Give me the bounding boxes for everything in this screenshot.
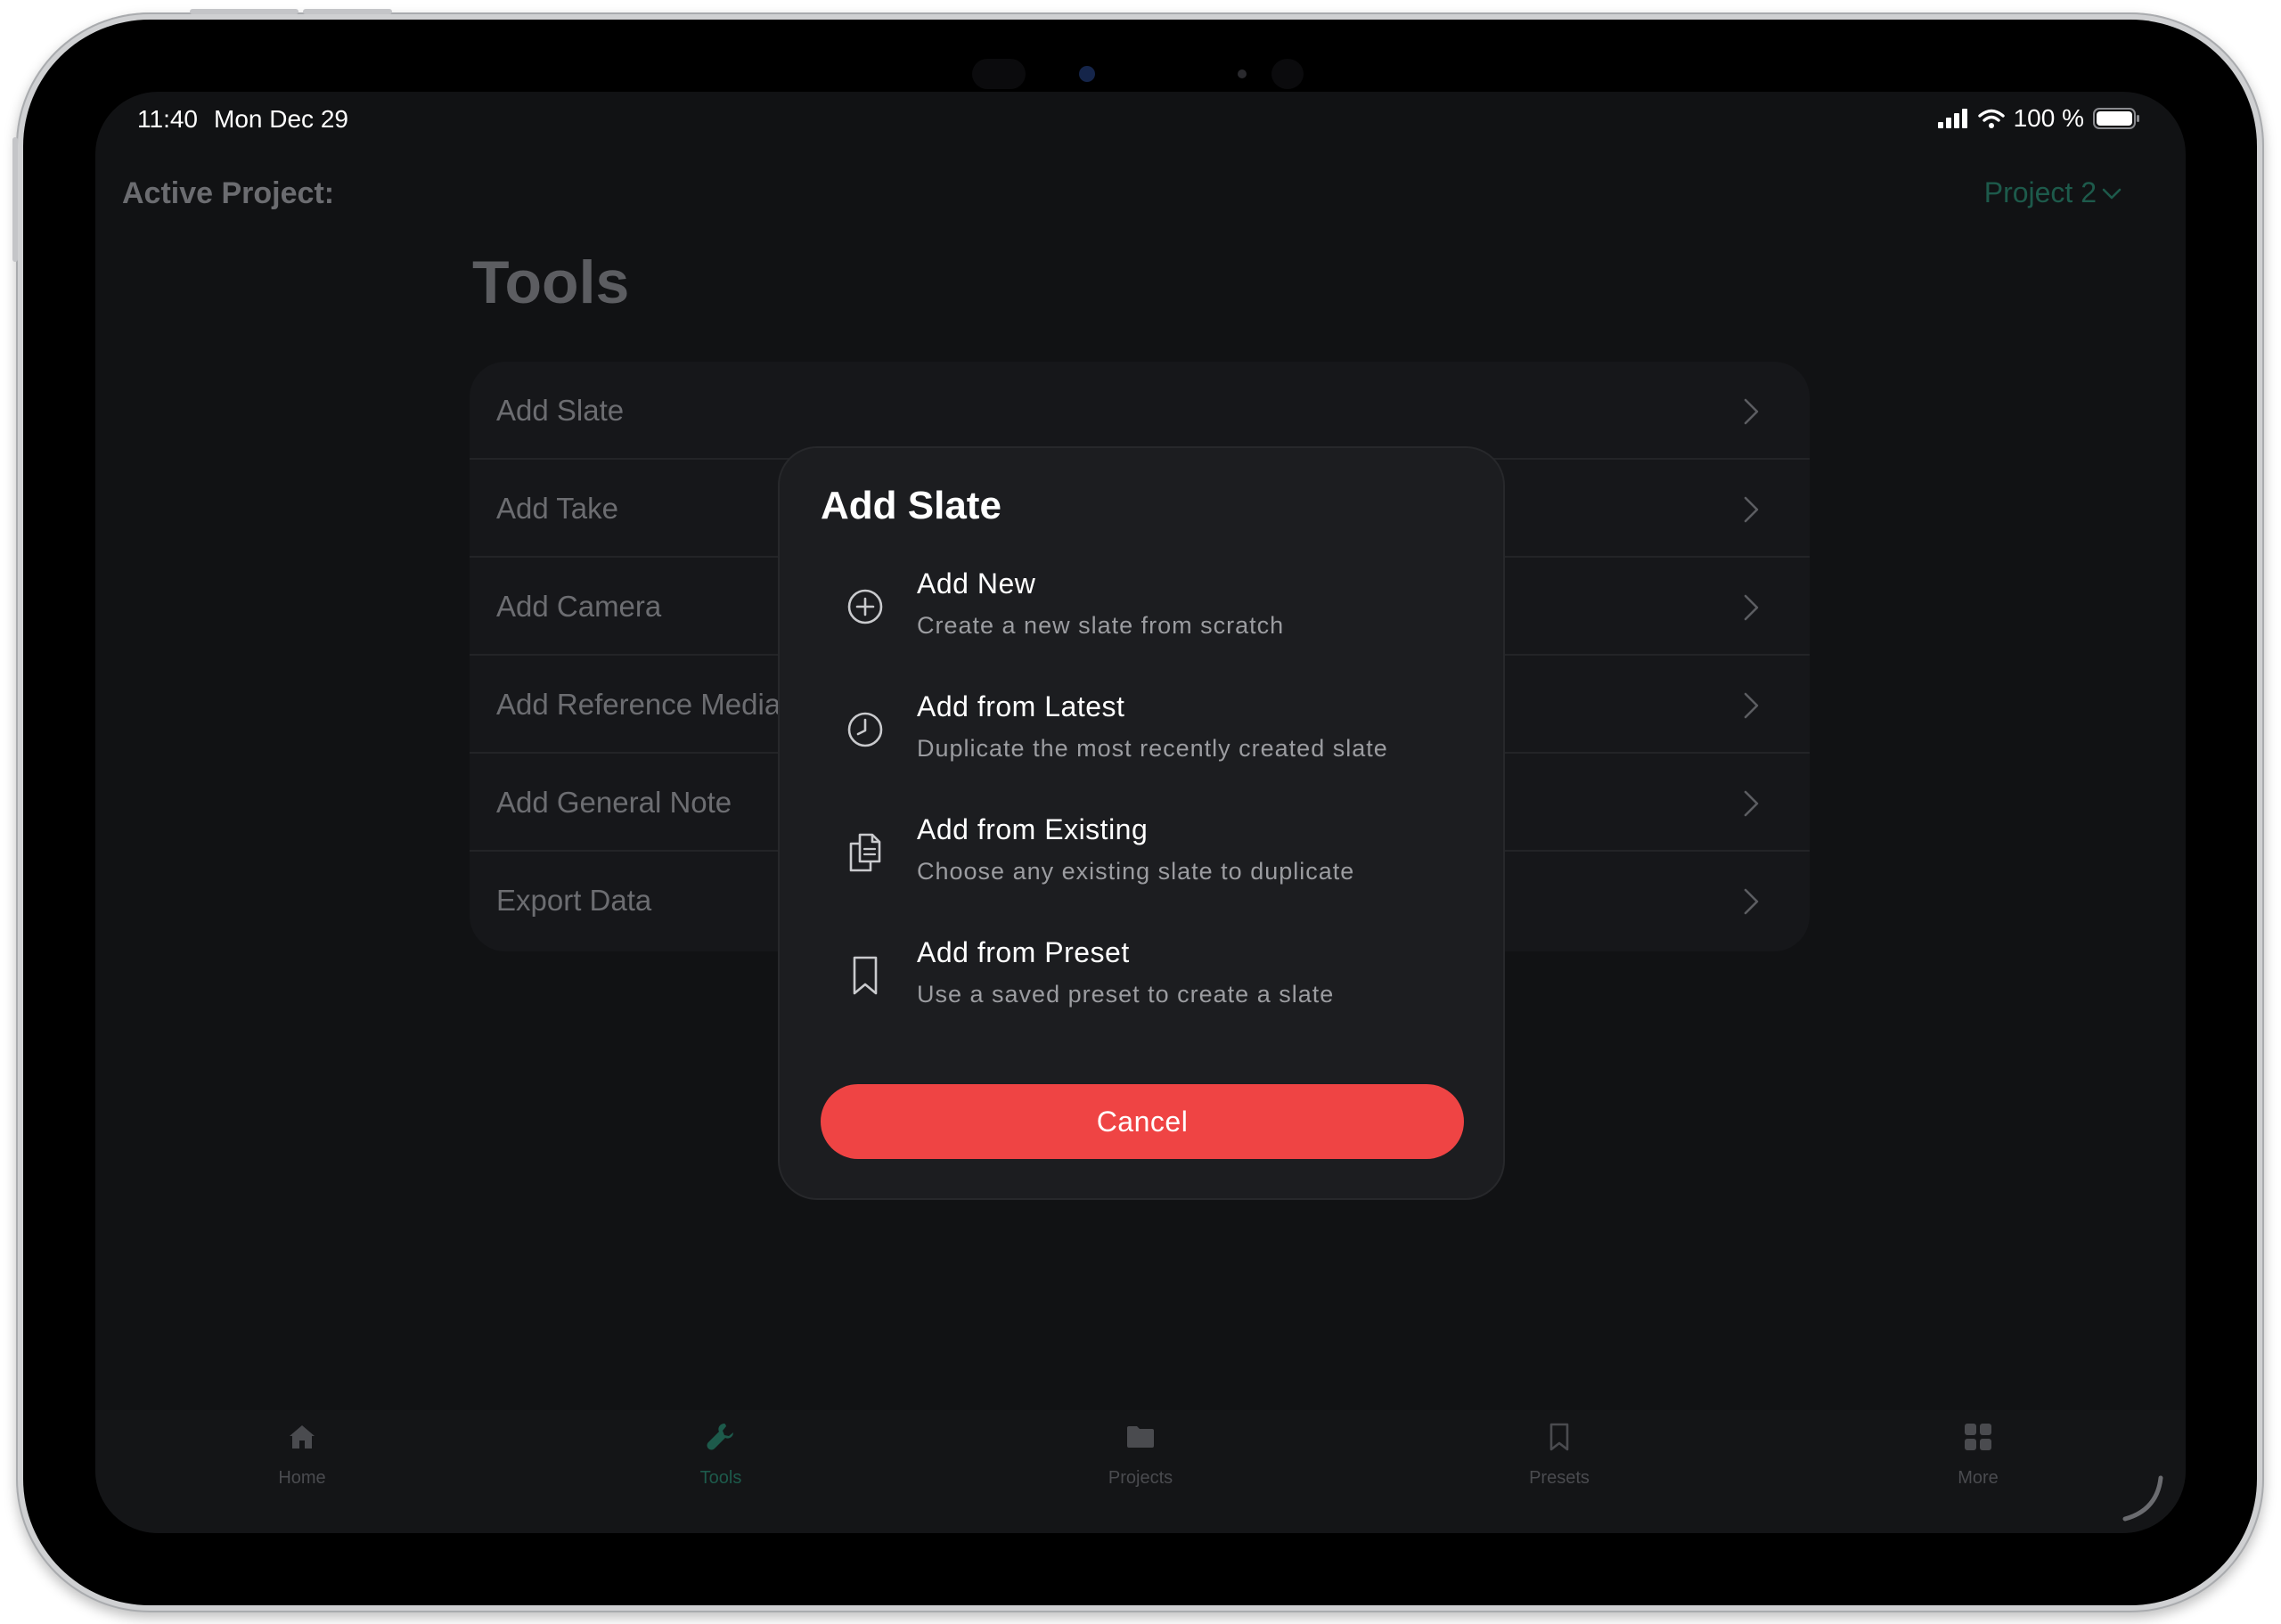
option-subtitle: Use a saved preset to create a slate xyxy=(917,981,1335,1008)
tab-label: Presets xyxy=(1529,1468,1590,1488)
grid-icon xyxy=(1965,1424,1991,1450)
battery-percent: 100 % xyxy=(2013,104,2084,132)
tab-more[interactable]: More xyxy=(1889,1410,2067,1508)
list-item-label: Add Slate xyxy=(496,394,625,427)
tab-presets[interactable]: Presets xyxy=(1470,1410,1648,1508)
resize-indicator-icon xyxy=(2122,1475,2163,1522)
list-item-label: Export Data xyxy=(496,884,652,917)
active-project-label: Active Project: xyxy=(122,176,335,210)
status-right: 100 % xyxy=(1937,104,2141,133)
project-picker[interactable]: Project 2 xyxy=(1984,176,2123,209)
wrench-icon xyxy=(707,1424,733,1450)
tab-label: Tools xyxy=(699,1468,742,1488)
volume-button-top xyxy=(190,9,298,14)
power-button-side xyxy=(12,137,18,262)
documents-icon xyxy=(849,833,881,872)
chevron-right-icon xyxy=(1744,594,1759,621)
screen: 11:40 Mon Dec 29 100 % Active Project: P… xyxy=(95,92,2186,1533)
option-subtitle: Create a new slate from scratch xyxy=(917,612,1285,639)
wifi-icon xyxy=(1977,109,2005,128)
chevron-right-icon xyxy=(1744,790,1759,817)
volume-button-top-2 xyxy=(303,9,392,14)
chevron-down-icon xyxy=(2102,188,2122,199)
page-title: Tools xyxy=(472,249,630,316)
battery-icon xyxy=(2093,108,2139,129)
project-name: Project 2 xyxy=(1983,176,2097,208)
status-left: 11:40 Mon Dec 29 xyxy=(137,105,348,134)
tab-label: Home xyxy=(278,1468,326,1488)
tab-projects[interactable]: Projects xyxy=(1051,1410,1230,1508)
tab-label: More xyxy=(1958,1468,1999,1488)
chevron-right-icon xyxy=(1744,398,1759,425)
tools-list-item-add-slate[interactable]: Add Slate xyxy=(470,362,1810,460)
option-add-from-preset[interactable]: Add from Preset Use a saved preset to cr… xyxy=(821,931,1462,1038)
list-item-label: Add Reference Media xyxy=(496,688,781,721)
option-add-from-latest[interactable]: Add from Latest Duplicate the most recen… xyxy=(821,685,1462,792)
option-title: Add from Latest xyxy=(917,690,1125,722)
home-icon xyxy=(290,1425,315,1449)
tab-tools[interactable]: Tools xyxy=(632,1410,810,1508)
option-add-from-existing[interactable]: Add from Existing Choose any existing sl… xyxy=(821,808,1462,915)
option-title: Add New xyxy=(917,567,1036,600)
chevron-right-icon xyxy=(1744,496,1759,523)
plus-circle-icon xyxy=(847,589,883,624)
tab-bar: Home Tools Projects Presets More xyxy=(95,1410,2186,1533)
status-bar: 11:40 Mon Dec 29 100 % xyxy=(95,92,2186,145)
chevron-right-icon xyxy=(1744,692,1759,719)
option-subtitle: Choose any existing slate to duplicate xyxy=(917,858,1355,885)
front-camera xyxy=(972,53,1329,94)
option-title: Add from Preset xyxy=(917,936,1130,968)
list-item-label: Add Take xyxy=(496,492,618,525)
folder-icon xyxy=(1127,1426,1154,1448)
list-item-label: Add General Note xyxy=(496,786,732,819)
option-title: Add from Existing xyxy=(917,813,1149,845)
list-item-label: Add Camera xyxy=(496,590,662,623)
status-time: 11:40 xyxy=(137,105,198,133)
clock-icon xyxy=(847,712,883,747)
dialog-title: Add Slate xyxy=(821,484,1002,527)
bookmark-icon xyxy=(1549,1423,1569,1451)
add-slate-dialog: Add Slate Add New Create a new slate fro… xyxy=(778,446,1505,1200)
option-subtitle: Duplicate the most recently created slat… xyxy=(917,735,1388,762)
tab-home[interactable]: Home xyxy=(213,1410,391,1508)
bookmark-icon xyxy=(853,956,878,995)
cellular-signal-icon xyxy=(1937,109,1967,128)
chevron-right-icon xyxy=(1744,888,1759,915)
option-add-new[interactable]: Add New Create a new slate from scratch xyxy=(821,562,1462,669)
tab-label: Projects xyxy=(1108,1468,1173,1488)
status-date: Mon Dec 29 xyxy=(214,105,348,133)
cancel-button[interactable]: Cancel xyxy=(821,1084,1464,1159)
